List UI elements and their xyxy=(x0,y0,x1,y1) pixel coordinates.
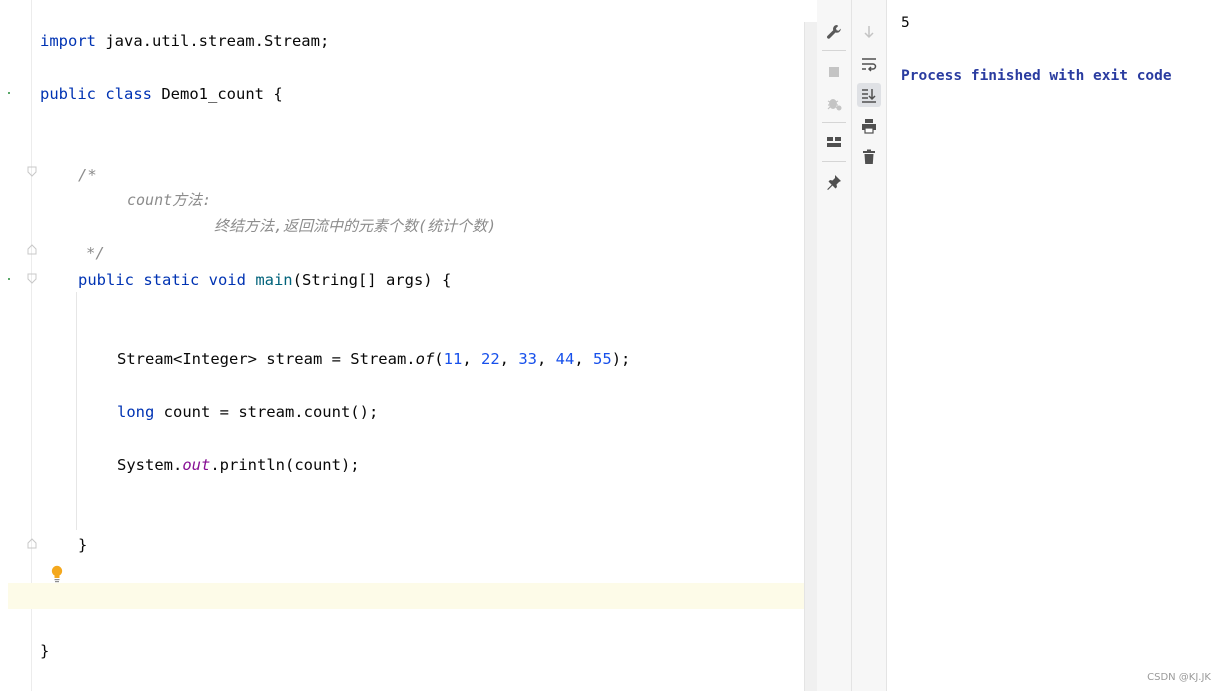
layout-icon[interactable] xyxy=(822,130,846,154)
keyword: class xyxy=(105,85,153,103)
code-editor[interactable]: import java.util.stream.Stream; public c… xyxy=(0,0,804,691)
fold-end-icon[interactable] xyxy=(27,538,37,549)
change-marker xyxy=(8,278,10,280)
class-close-brace: } xyxy=(40,642,50,660)
method-name: main xyxy=(245,271,293,289)
run-toolbar-left xyxy=(817,0,852,691)
code-line-stream: Stream<Integer> stream = Stream.of(11, 2… xyxy=(117,350,631,368)
number-literal: 33 xyxy=(518,350,537,368)
keyword: import xyxy=(40,32,96,50)
keyword: long xyxy=(117,403,155,421)
paren: ( xyxy=(434,350,444,368)
pin-icon[interactable] xyxy=(822,170,846,194)
code-line-import: import java.util.stream.Stream; xyxy=(40,28,329,54)
scroll-to-end-icon[interactable] xyxy=(857,83,881,107)
class-name: Demo1_count { xyxy=(152,85,283,103)
soft-wrap-icon[interactable] xyxy=(857,52,881,76)
number-literal: 22 xyxy=(480,350,500,368)
comment-line: 终结方法,返回流中的元素个数(统计个数) xyxy=(214,217,497,235)
debug-icon[interactable] xyxy=(822,91,846,115)
lightbulb-icon[interactable] xyxy=(50,565,64,583)
fold-end-icon[interactable] xyxy=(27,244,37,255)
indent-guide xyxy=(76,292,77,530)
watermark: CSDN @KJ.JK xyxy=(1147,672,1211,683)
code-line-print: System.out.println(count); xyxy=(117,452,360,478)
toolbar-separator xyxy=(822,161,846,162)
fold-start-icon[interactable] xyxy=(27,166,37,177)
stream-decl: Stream<Integer> stream = Stream. xyxy=(117,350,416,368)
static-field: out xyxy=(182,456,211,474)
stop-icon[interactable] xyxy=(822,60,846,84)
fold-start-icon[interactable] xyxy=(27,273,37,284)
println-call: .println(count); xyxy=(210,456,360,474)
editor-scrollbar[interactable] xyxy=(804,22,817,691)
keyword: public static void xyxy=(78,271,246,289)
code-line-main: public static void main(String[] args) { xyxy=(78,267,451,293)
toolbar-separator xyxy=(822,122,846,123)
code-line-count: long count = stream.count(); xyxy=(117,399,378,425)
process-finished-message: Process finished with exit code xyxy=(901,68,1172,84)
change-marker xyxy=(8,92,10,94)
wrench-icon[interactable] xyxy=(822,20,846,44)
down-arrow-icon[interactable] xyxy=(857,20,881,44)
toolbar-separator xyxy=(822,50,846,51)
method-signature: (String[] args) { xyxy=(292,271,452,289)
keyword: public xyxy=(40,85,96,103)
method-close-brace: } xyxy=(78,536,88,554)
code-line-class: public class Demo1_count { xyxy=(40,81,283,107)
import-path: java.util.stream.Stream; xyxy=(96,32,330,50)
static-method: of xyxy=(415,350,435,368)
system-class: System. xyxy=(117,456,183,474)
count-statement: count = stream.count(); xyxy=(154,403,379,421)
console-output: 5 xyxy=(901,15,910,31)
number-literal: 44 xyxy=(555,350,575,368)
comment-line: count方法: xyxy=(127,191,212,209)
current-line-highlight xyxy=(8,583,804,609)
comment-open: /* xyxy=(78,166,97,184)
trash-icon[interactable] xyxy=(857,145,881,169)
number-literal: 11 xyxy=(443,350,463,368)
number-literal: 55 xyxy=(593,350,612,368)
print-icon[interactable] xyxy=(857,114,881,138)
paren: ); xyxy=(611,350,631,368)
run-console[interactable]: 5 Process finished with exit code xyxy=(887,0,1225,691)
comment-close: */ xyxy=(86,244,105,262)
run-toolbar-right xyxy=(852,0,887,691)
